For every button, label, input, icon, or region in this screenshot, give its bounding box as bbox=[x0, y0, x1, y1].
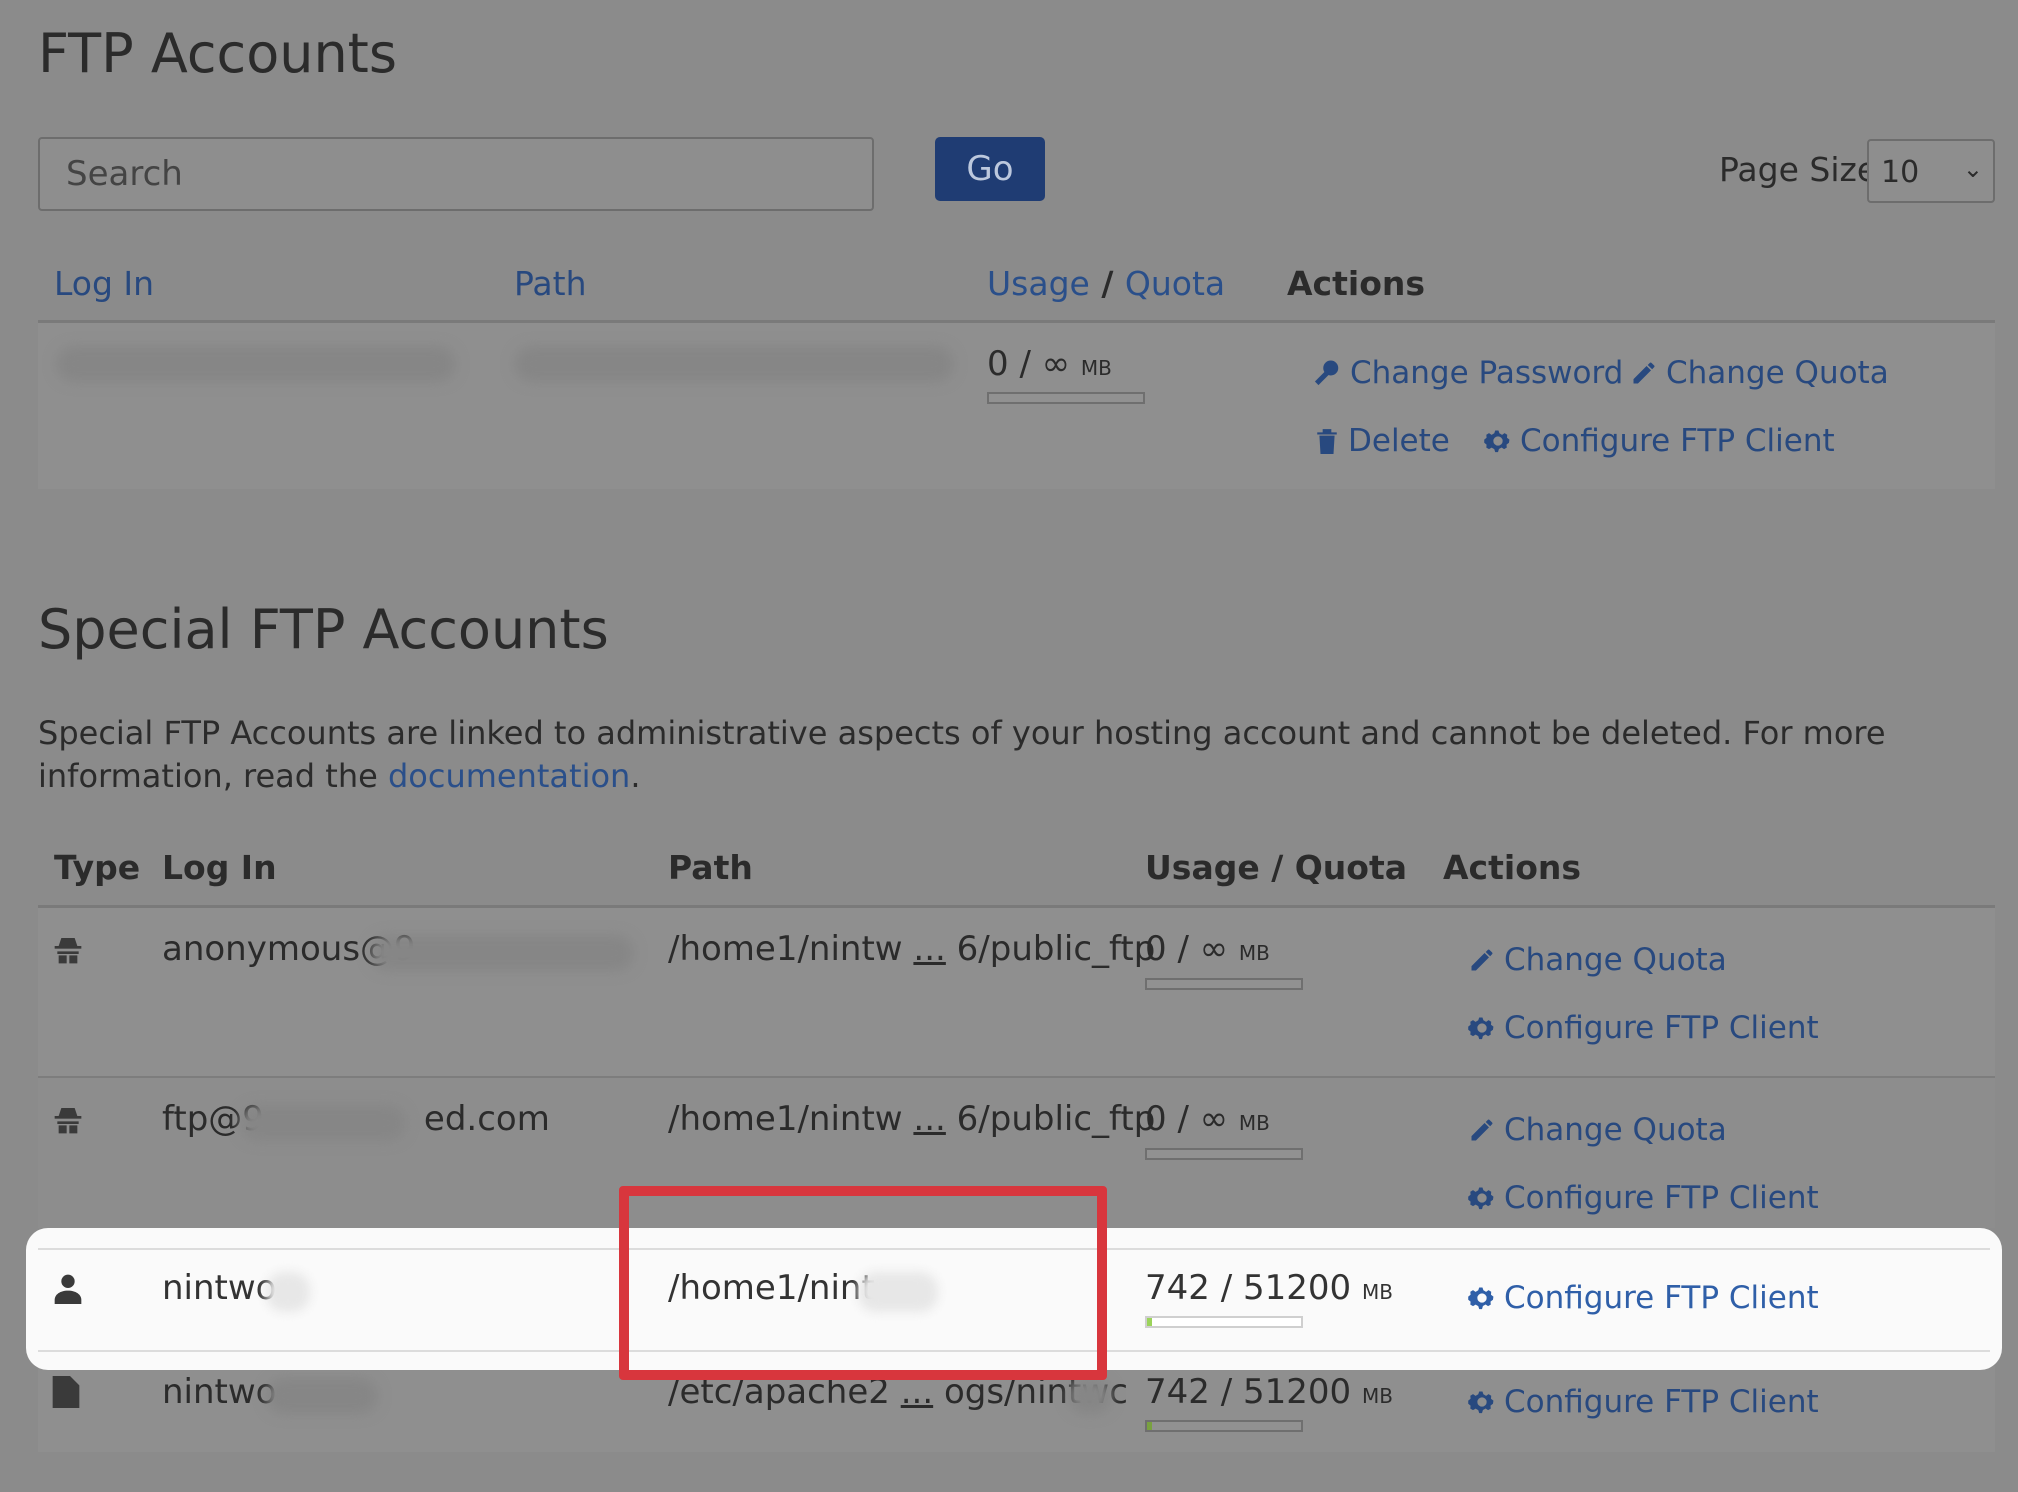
configure-ftp-client-link[interactable]: Configure FTP Client bbox=[1468, 1010, 1819, 1046]
usage-value: 742 / 51200 MB bbox=[1145, 1372, 1393, 1412]
change-quota-link[interactable]: Change Quota bbox=[1630, 355, 1889, 391]
usage-bar bbox=[987, 392, 1145, 404]
usage-quota-separator: / bbox=[1089, 264, 1125, 303]
change-quota-link[interactable]: Change Quota bbox=[1468, 942, 1727, 978]
change-quota-link[interactable]: Change Quota bbox=[1468, 1112, 1727, 1148]
redacted-login bbox=[266, 1378, 378, 1414]
login-value: nintwo bbox=[162, 1268, 277, 1308]
gear-icon bbox=[1468, 1391, 1494, 1414]
configure-ftp-client-link[interactable]: Configure FTP Client bbox=[1468, 1280, 1819, 1316]
spy-icon bbox=[52, 1104, 84, 1140]
configure-ftp-client-link[interactable]: Configure FTP Client bbox=[1468, 1180, 1819, 1216]
gear-icon bbox=[1484, 430, 1510, 453]
login-value: nintwo bbox=[162, 1372, 277, 1412]
gear-icon bbox=[1468, 1187, 1494, 1210]
usage-bar bbox=[1145, 1148, 1303, 1160]
usage-fill bbox=[1147, 1422, 1152, 1430]
usage-value: 0 / ∞ MB bbox=[1145, 929, 1270, 969]
trash-icon bbox=[1317, 429, 1337, 454]
redacted-login bbox=[240, 1105, 406, 1141]
gear-icon bbox=[1468, 1017, 1494, 1040]
column-actions: Actions bbox=[1443, 848, 1581, 887]
usage-fill bbox=[1147, 1318, 1152, 1326]
usage-bar bbox=[1145, 978, 1303, 990]
usage-bar bbox=[1145, 1420, 1303, 1432]
usage-value: 0 / ∞ MB bbox=[987, 344, 1112, 384]
documentation-link[interactable]: documentation bbox=[388, 757, 630, 795]
redacted-path bbox=[1068, 1378, 1112, 1414]
pencil-icon bbox=[1471, 1119, 1493, 1141]
delete-link[interactable]: Delete bbox=[1314, 423, 1450, 459]
usage-value: 742 / 51200 MB bbox=[1145, 1268, 1393, 1308]
key-icon bbox=[1314, 360, 1339, 386]
section-title: Special FTP Accounts bbox=[38, 598, 609, 661]
configure-ftp-client-link[interactable]: Configure FTP Client bbox=[1468, 1384, 1819, 1420]
page-size-value: 10 bbox=[1881, 155, 1920, 190]
page-size-label: Page Size bbox=[1719, 150, 1878, 189]
column-path-sort[interactable]: Path bbox=[514, 264, 587, 303]
redacted-path bbox=[514, 346, 954, 382]
spy-icon bbox=[52, 934, 84, 970]
column-login: Log In bbox=[162, 848, 277, 887]
usage-bar bbox=[1145, 1316, 1303, 1328]
column-usage-quota: Usage / Quota bbox=[1145, 848, 1408, 887]
redacted-login bbox=[370, 935, 634, 971]
file-icon bbox=[52, 1376, 80, 1412]
column-quota-sort[interactable]: Quota bbox=[1125, 264, 1225, 303]
user-icon bbox=[52, 1272, 84, 1308]
search-input[interactable] bbox=[38, 137, 874, 211]
redacted-login bbox=[266, 1272, 310, 1312]
page-title: FTP Accounts bbox=[38, 22, 397, 85]
path-value: /home1/nintw ... 6/public_ftp bbox=[668, 1099, 1156, 1139]
configure-ftp-client-link[interactable]: Configure FTP Client bbox=[1484, 423, 1835, 459]
page-size-select[interactable]: 10 ⌄ bbox=[1867, 139, 1995, 203]
redacted-login bbox=[56, 346, 456, 382]
column-login-sort[interactable]: Log In bbox=[54, 264, 154, 303]
change-password-link[interactable]: Change Password bbox=[1312, 355, 1623, 391]
path-value: /home1/nintw ... 6/public_ftp bbox=[668, 929, 1156, 969]
gear-icon bbox=[1468, 1287, 1494, 1310]
column-actions: Actions bbox=[1287, 264, 1425, 303]
column-path: Path bbox=[668, 848, 753, 887]
chevron-down-icon: ⌄ bbox=[1962, 155, 1983, 183]
pencil-icon bbox=[1633, 362, 1655, 384]
go-button[interactable]: Go bbox=[935, 137, 1045, 201]
highlight-box bbox=[619, 1186, 1107, 1380]
column-usage-quota: Usage / Quota bbox=[987, 264, 1225, 303]
pencil-icon bbox=[1471, 949, 1493, 971]
column-usage-sort[interactable]: Usage bbox=[987, 264, 1090, 303]
column-type: Type bbox=[54, 848, 141, 887]
usage-value: 0 / ∞ MB bbox=[1145, 1099, 1270, 1139]
section-description: Special FTP Accounts are linked to admin… bbox=[38, 714, 1886, 795]
